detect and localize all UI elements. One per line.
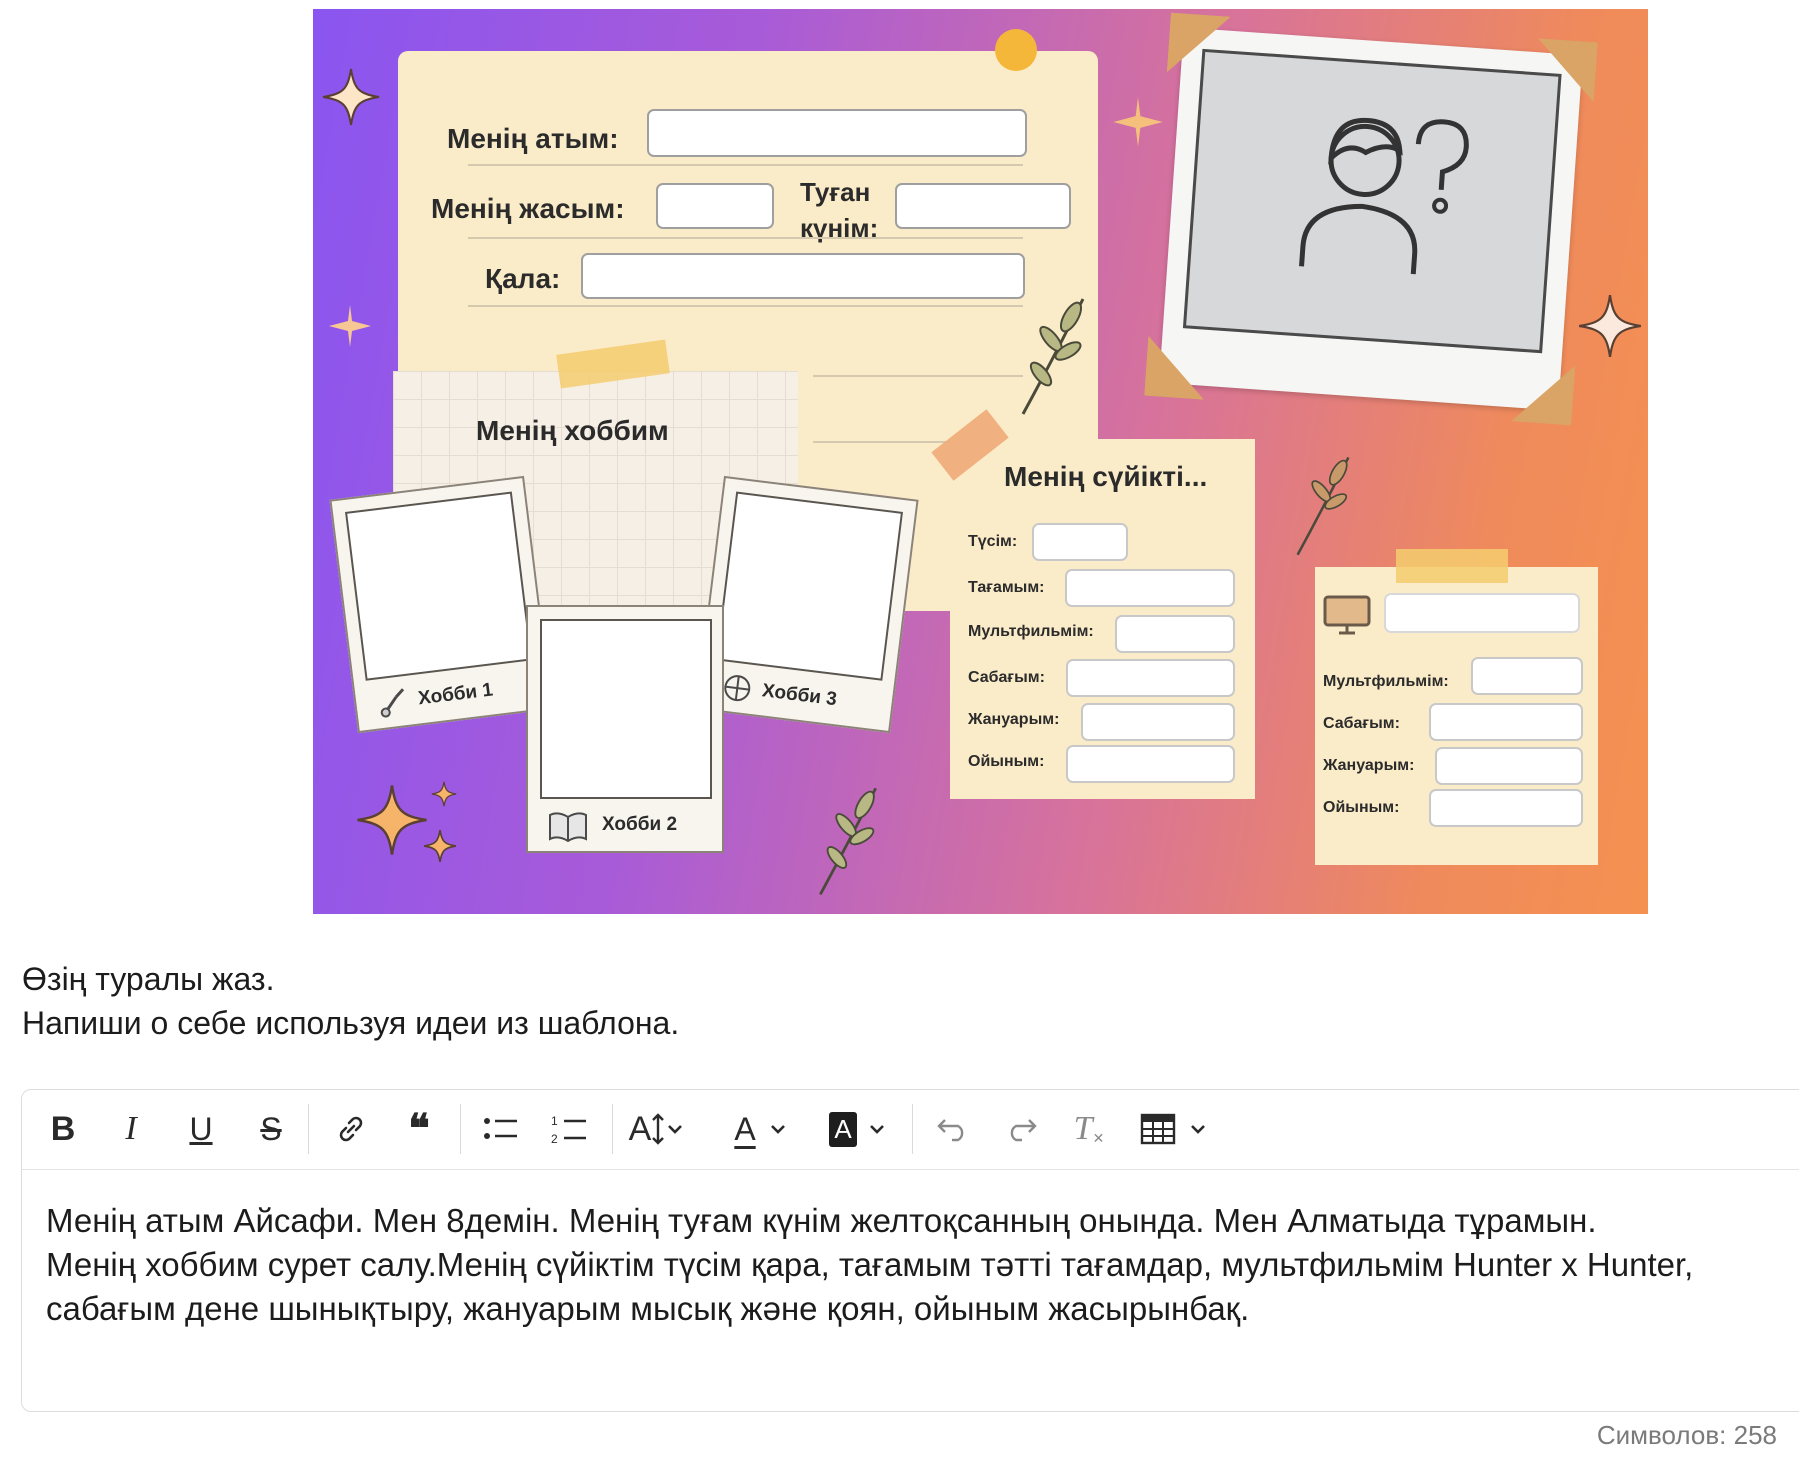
sparkle-icon xyxy=(1113,97,1163,147)
birthday-label-1: Туған xyxy=(800,177,871,207)
quote-button[interactable]: ❝ xyxy=(394,1104,444,1154)
sparkle-icon xyxy=(1579,295,1641,357)
monitor-icon xyxy=(1323,595,1371,635)
editor-toolbar: B I U S ❝ 12 A A A T ✕ xyxy=(22,1090,1799,1170)
sparkle-icon xyxy=(322,68,380,126)
fav-subject-field xyxy=(1066,659,1235,697)
font-size-button[interactable]: A xyxy=(622,1104,692,1154)
hobby-photo-3: Хобби 3 xyxy=(695,475,919,734)
content-line-2: Менің хоббим сурет салу.Менің сүйіктім т… xyxy=(46,1246,1694,1283)
name-field xyxy=(647,109,1027,157)
hobby-photo-2: Хобби 2 xyxy=(526,605,724,853)
leaf-icon xyxy=(1021,298,1085,415)
fav-food-field xyxy=(1065,569,1235,607)
instruction-russian: Напиши о себе используя идеи из шаблона. xyxy=(22,1005,680,1041)
underline-button[interactable]: U xyxy=(176,1104,226,1154)
instruction-kazakh: Өзің туралы жаз. xyxy=(22,961,275,997)
redo-icon xyxy=(1010,1119,1037,1142)
redo-button[interactable] xyxy=(996,1104,1046,1154)
fav-animal-field xyxy=(1081,703,1235,741)
chevron-down-icon xyxy=(1191,1125,1205,1134)
clear-formatting-button[interactable]: T ✕ xyxy=(1064,1104,1114,1154)
bold-button[interactable]: B xyxy=(38,1104,88,1154)
paintbrush-icon xyxy=(380,688,405,718)
fav-cartoon-field xyxy=(1115,615,1235,653)
hobby-photo-1: Хобби 1 xyxy=(329,475,553,734)
fav-extra-field xyxy=(1384,593,1580,633)
about-me-template-image: Менің атым: Менің жасым: Туған күнім: Қа… xyxy=(313,9,1648,914)
leaf-icon xyxy=(819,787,877,896)
chevron-down-icon xyxy=(869,1125,884,1134)
strikethrough-button[interactable]: S xyxy=(246,1104,296,1154)
birthday-field xyxy=(895,183,1071,229)
sparkle-icon xyxy=(424,830,456,862)
editor-content[interactable]: Менің атым Айсафи. Мен 8демін. Менің туғ… xyxy=(46,1199,1799,1331)
bullet-list-button[interactable] xyxy=(476,1104,526,1154)
undo-button[interactable] xyxy=(928,1104,978,1154)
age-label: Менің жасым: xyxy=(431,193,625,224)
undo-icon xyxy=(937,1119,964,1142)
fav-color-field xyxy=(1032,523,1128,561)
book-icon xyxy=(549,812,587,843)
bullet-list-icon xyxy=(484,1118,517,1139)
leaf-icon xyxy=(1296,456,1350,556)
chevron-down-icon xyxy=(770,1125,785,1134)
highlight-color-button[interactable]: A xyxy=(822,1104,894,1154)
city-label: Қала: xyxy=(485,263,561,294)
chevron-down-icon xyxy=(668,1125,683,1134)
italic-button[interactable]: I xyxy=(106,1104,156,1154)
portrait-frame xyxy=(1159,27,1583,410)
sparkle-icon xyxy=(329,305,371,347)
svg-text:2: 2 xyxy=(551,1132,558,1145)
content-line-3: сабағым дене шынықтыру, жануарым мысық ж… xyxy=(46,1290,1250,1327)
person-question-icon xyxy=(1299,118,1469,275)
favorites-title: Менің сүйікті... xyxy=(1004,461,1208,492)
content-line-1: Менің атым Айсафи. Мен 8демін. Менің туғ… xyxy=(46,1202,1597,1239)
birthday-label-2: күнім: xyxy=(800,213,879,243)
sparkle-icon xyxy=(357,785,427,855)
fav-game-field xyxy=(1066,745,1235,783)
table-button[interactable] xyxy=(1134,1104,1214,1154)
city-field xyxy=(581,253,1025,299)
link-icon xyxy=(339,1116,363,1142)
numbered-list-icon: 12 xyxy=(551,1114,586,1145)
svg-text:1: 1 xyxy=(551,1114,558,1128)
pin-dot xyxy=(995,29,1037,71)
numbered-list-button[interactable]: 12 xyxy=(544,1104,594,1154)
font-size-arrow-icon xyxy=(652,1113,665,1145)
hobby-title: Менің хоббим xyxy=(476,415,669,446)
name-label: Менің атым: xyxy=(447,123,619,154)
link-button[interactable] xyxy=(326,1104,376,1154)
age-field xyxy=(656,183,774,229)
rich-text-editor: B I U S ❝ 12 A A A T ✕ Менің атым Айсафи… xyxy=(21,1089,1799,1412)
table-icon xyxy=(1140,1113,1176,1145)
character-counter: Символов: 258 xyxy=(1596,1420,1777,1450)
sparkle-icon xyxy=(431,781,457,807)
ball-icon xyxy=(724,675,751,702)
clear-x-icon: ✕ xyxy=(1092,1129,1105,1146)
text-color-button[interactable]: A xyxy=(726,1104,796,1154)
